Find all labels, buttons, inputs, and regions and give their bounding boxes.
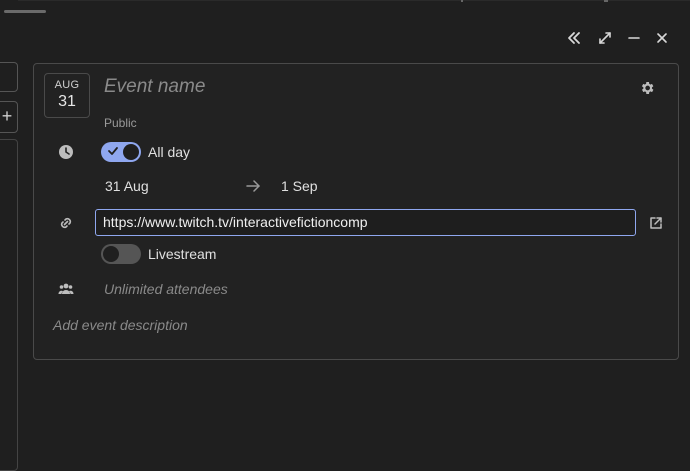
top-mark xyxy=(604,0,608,2)
left-panel xyxy=(0,139,18,471)
top-divider xyxy=(18,0,690,1)
gear-icon[interactable] xyxy=(639,80,655,96)
drag-handle[interactable] xyxy=(4,10,46,13)
expand-button[interactable] xyxy=(595,28,615,48)
attendees-field[interactable]: Unlimited attendees xyxy=(104,281,228,297)
date-month: AUG xyxy=(54,79,80,91)
close-button[interactable] xyxy=(652,28,672,48)
close-icon xyxy=(657,33,667,43)
link-icon xyxy=(60,217,72,229)
event-card: AUG 31 Event name Public All day 31 Aug … xyxy=(33,63,679,360)
check-icon xyxy=(108,147,118,155)
end-date[interactable]: 1 Sep xyxy=(281,178,318,194)
toggle-knob xyxy=(103,246,119,262)
date-day: 31 xyxy=(58,93,76,110)
expand-icon xyxy=(599,32,611,44)
collapse-double-chevron-icon xyxy=(568,32,580,44)
clock-icon xyxy=(59,145,73,159)
collapse-button[interactable] xyxy=(564,28,584,48)
date-badge: AUG 31 xyxy=(44,73,90,118)
top-mark xyxy=(461,0,463,2)
arrow-right-icon xyxy=(246,180,260,192)
all-day-toggle[interactable] xyxy=(101,142,141,162)
left-panel-button[interactable] xyxy=(0,62,18,92)
livestream-label: Livestream xyxy=(148,246,217,262)
livestream-url-input[interactable] xyxy=(95,209,636,236)
description-field[interactable]: Add event description xyxy=(53,317,188,333)
livestream-toggle[interactable] xyxy=(101,244,141,264)
visibility-selector[interactable]: Public xyxy=(104,116,137,130)
minimize-button[interactable] xyxy=(624,28,644,48)
minimize-icon xyxy=(628,37,640,39)
people-icon xyxy=(58,283,74,294)
all-day-label: All day xyxy=(148,144,191,160)
add-button[interactable]: + xyxy=(0,101,18,133)
event-name-input[interactable]: Event name xyxy=(104,76,205,98)
open-external-icon[interactable] xyxy=(648,215,664,231)
toggle-knob xyxy=(123,144,139,160)
start-date[interactable]: 31 Aug xyxy=(105,178,149,194)
